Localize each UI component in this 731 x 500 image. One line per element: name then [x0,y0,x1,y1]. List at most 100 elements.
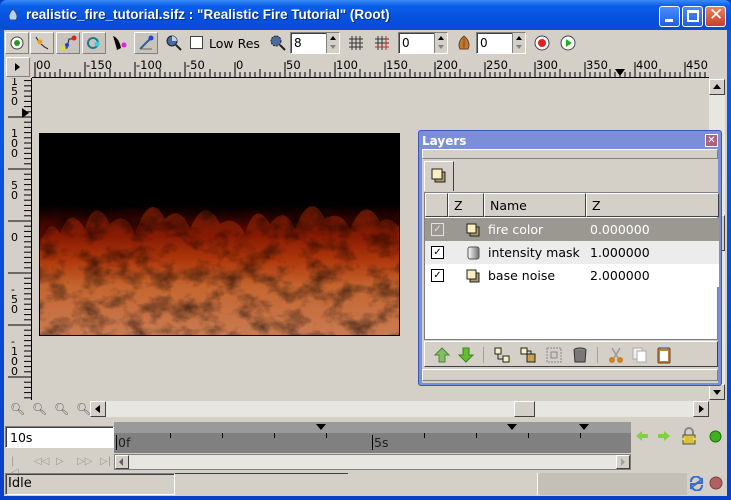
past-onion-spinner[interactable]: 0 [398,32,448,54]
zoom-to-fit-button[interactable] [162,32,186,54]
layers-tab[interactable] [424,161,454,191]
lower-layer-icon[interactable] [457,346,475,364]
snap-grid-button[interactable] [370,32,394,54]
ruler-label: 150 [11,78,18,108]
layer-name: base noise [488,268,556,283]
ruler-label: -150 [86,58,113,72]
future-onion-spinner[interactable]: 0 [476,32,526,54]
time-scroll-right[interactable] [616,455,630,469]
horizontal-scrollbar[interactable] [90,401,709,417]
layers-close-button[interactable]: ✕ [705,134,718,147]
end-time-field[interactable]: 10s [5,426,114,448]
transform-icon [10,36,24,50]
refresh-icon[interactable] [689,476,704,491]
timetrack[interactable]: 0f 5s [114,422,631,453]
record-button[interactable] [530,32,554,54]
group-layer-icon [466,223,480,237]
scroll-left-button[interactable] [90,401,106,417]
ruler-label: 0 [11,231,18,244]
seek-next-frame-icon[interactable]: ▷▷ [77,456,92,467]
smooth-move-tool-button[interactable] [30,32,54,54]
scroll-right-button[interactable] [693,401,709,417]
scroll-down-button[interactable] [709,384,725,400]
stop-render-icon[interactable] [709,476,723,490]
zoom-out-icon[interactable]: 🔍︎ [10,402,28,418]
onion-skin-button[interactable] [452,32,476,54]
layer-name: intensity mask [488,245,580,260]
ruler-label: 200 [436,58,458,72]
synfig-app-icon [8,8,18,21]
play-icon [560,35,576,51]
keyframe-marker[interactable] [507,424,517,430]
layer-visibility-checkbox[interactable]: ✓ [431,246,444,259]
gradient-layer-icon [467,246,480,260]
layer-visibility-checkbox[interactable]: ✓ [431,269,444,282]
circle-tool-button[interactable] [82,32,106,54]
delete-layer-icon[interactable] [571,346,589,364]
layer-row[interactable]: ✓ fire color 0.000000 [425,218,719,241]
seek-end-icon[interactable]: ▷| [100,456,111,467]
layer-name: fire color [488,222,544,237]
horizontal-scroll-thumb[interactable] [514,401,535,417]
ruler-label: 150 [386,58,408,72]
layer-row[interactable]: ✓ base noise 2.000000 [425,264,719,287]
maximize-button[interactable] [682,6,703,27]
layers-panel-title: Layers [422,134,467,148]
column-header-name[interactable]: Name [484,193,586,217]
status-bar-middle [175,473,348,495]
minimize-button[interactable] [659,6,680,27]
time-tick [528,433,529,438]
keyframe-marker[interactable] [579,424,589,430]
layer-visibility-checkbox[interactable]: ✓ [431,223,444,236]
layer-row[interactable]: ✓ intensity mask 1.000000 [425,241,719,264]
time-label-mid: 5s [372,435,389,450]
spin-arrows[interactable] [326,33,339,53]
fire-image [40,134,399,335]
ruler-label: 350 [586,58,608,72]
rendered-fire-canvas[interactable] [39,133,400,336]
column-header-toggle[interactable] [425,193,448,217]
raise-layer-icon[interactable] [433,346,451,364]
ruler-label: -100 [11,335,18,378]
draw-tool-button[interactable] [108,32,132,54]
time-scrollbar[interactable] [114,454,631,470]
copy-icon[interactable] [631,346,649,364]
spline-tool-button[interactable] [56,32,80,54]
column-header-z[interactable]: Z [448,193,484,217]
past-onion-value: 0 [402,36,410,50]
low-res-checkbox[interactable] [190,36,203,49]
time-label-start: 0f [116,435,131,450]
record-icon [534,35,550,51]
ruler-label: 00 [36,58,51,72]
play-icon[interactable]: ▷ [56,456,64,467]
spin-arrows[interactable] [434,33,447,53]
next-keyframe-icon[interactable] [657,430,671,442]
preview-button[interactable] [556,32,580,54]
status-green-light-icon [709,430,722,443]
cut-icon[interactable] [607,346,625,364]
quality-spinner[interactable]: 8 [290,32,340,54]
canvas-menu-button[interactable] [6,57,30,77]
duplicate-layer-icon[interactable] [493,346,511,364]
close-button[interactable]: ✕ [705,5,726,27]
prev-keyframe-icon[interactable] [635,430,649,442]
time-scroll-left[interactable] [115,455,129,469]
zoom-100-icon[interactable]: 🔍︎ [32,402,50,418]
spin-arrows[interactable] [512,33,525,53]
vertical-ruler: 150 100 50 0 -50 -100 [4,78,32,400]
zoom-fit-icon[interactable]: 🔍︎ [54,402,72,418]
seek-prev-frame-icon[interactable]: ◁◁ [34,456,49,467]
snap-grid-icon [375,36,389,50]
keyframe-lock-icon[interactable] [679,426,699,446]
select-all-layers-icon[interactable] [545,346,563,364]
quality-button[interactable] [266,32,290,54]
transform-tool-button[interactable] [5,32,29,54]
sketch-tool-button[interactable] [134,32,158,54]
encapsulate-layer-icon[interactable] [519,346,537,364]
keyframe-marker[interactable] [316,424,326,430]
ruler-label: -50 [11,283,18,316]
paste-icon[interactable] [655,346,673,364]
column-header-z-depth[interactable]: Z [586,193,719,217]
show-grid-button[interactable] [344,32,368,54]
scroll-up-button[interactable] [709,79,725,95]
